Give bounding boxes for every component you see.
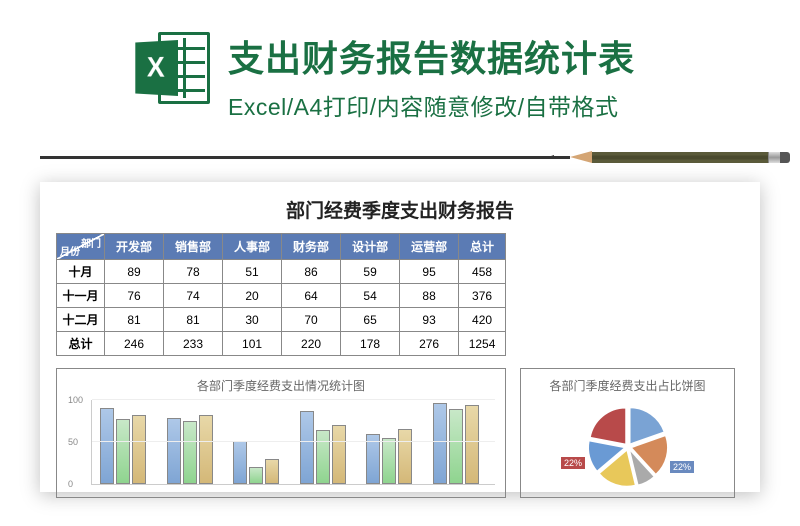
bar-chart: 各部门季度经费支出情况统计图 0 50 100 — [56, 368, 506, 498]
bar-group — [167, 415, 222, 484]
bar — [316, 430, 330, 484]
table-cell: 178 — [341, 332, 400, 356]
document-preview: 部门经费季度支出财务报告 部门 月份 开发部 销售部 人事部 财务部 设计部 运… — [40, 182, 760, 492]
table-header: 开发部 — [105, 234, 164, 260]
row-label: 十二月 — [57, 308, 105, 332]
bar — [100, 408, 114, 484]
row-label: 十一月 — [57, 284, 105, 308]
bar-group — [233, 441, 288, 484]
table-corner-cell: 部门 月份 — [57, 234, 105, 260]
table-row: 十月897851865995458 — [57, 260, 506, 284]
table-cell: 81 — [105, 308, 164, 332]
bar — [233, 441, 247, 484]
bar — [199, 415, 213, 484]
table-cell: 78 — [164, 260, 223, 284]
table-cell: 246 — [105, 332, 164, 356]
page-subtitle: Excel/A4打印/内容随意修改/自带格式 — [228, 88, 635, 122]
excel-icon-letter: X — [147, 51, 165, 84]
pie-slice — [590, 408, 625, 444]
table-cell: 76 — [105, 284, 164, 308]
table-cell: 101 — [223, 332, 282, 356]
document-title: 部门经费季度支出财务报告 — [56, 196, 744, 223]
bar — [398, 429, 412, 484]
bar — [116, 419, 130, 484]
table-header: 总计 — [459, 234, 506, 260]
row-label: 十月 — [57, 260, 105, 284]
table-header: 销售部 — [164, 234, 223, 260]
table-cell: 220 — [282, 332, 341, 356]
bar-group — [300, 411, 355, 484]
table-header: 人事部 — [223, 234, 282, 260]
table-cell: 70 — [282, 308, 341, 332]
bar-group — [366, 429, 421, 484]
table-row: 总计2462331012201782761254 — [57, 332, 506, 356]
table-cell: 458 — [459, 260, 506, 284]
pie-slice-label: 22% — [670, 461, 694, 473]
table-row: 十二月818130706593420 — [57, 308, 506, 332]
table-cell: 420 — [459, 308, 506, 332]
table-header: 运营部 — [400, 234, 459, 260]
table-cell: 376 — [459, 284, 506, 308]
bar — [132, 415, 146, 484]
row-label: 总计 — [57, 332, 105, 356]
page-title: 支出财务报告数据统计表 — [228, 30, 635, 82]
table-cell: 93 — [400, 308, 459, 332]
pie-chart-title: 各部门季度经费支出占比饼图 — [531, 377, 724, 394]
table-cell: 89 — [105, 260, 164, 284]
table-cell: 51 — [223, 260, 282, 284]
table-cell: 1254 — [459, 332, 506, 356]
excel-icon: X — [130, 30, 210, 110]
table-cell: 86 — [282, 260, 341, 284]
bar — [300, 411, 314, 484]
table-header: 财务部 — [282, 234, 341, 260]
table-header: 设计部 — [341, 234, 400, 260]
bar — [465, 405, 479, 484]
bar-chart-title: 各部门季度经费支出情况统计图 — [67, 377, 495, 394]
bar — [449, 409, 463, 484]
bar — [332, 425, 346, 485]
pie-slice-label: 22% — [561, 457, 585, 469]
table-cell: 65 — [341, 308, 400, 332]
bar — [183, 421, 197, 484]
bar-group — [433, 403, 488, 484]
table-cell: 30 — [223, 308, 282, 332]
bar — [433, 403, 447, 484]
table-cell: 88 — [400, 284, 459, 308]
pie-svg — [573, 400, 683, 490]
pie-chart: 各部门季度经费支出占比饼图 22% 22% — [520, 368, 735, 498]
bar — [249, 467, 263, 484]
table-cell: 276 — [400, 332, 459, 356]
header: X 支出财务报告数据统计表 Excel/A4打印/内容随意修改/自带格式 — [0, 0, 800, 122]
divider — [0, 150, 800, 164]
table-cell: 74 — [164, 284, 223, 308]
table-cell: 54 — [341, 284, 400, 308]
table-cell: 95 — [400, 260, 459, 284]
table-cell: 233 — [164, 332, 223, 356]
title-block: 支出财务报告数据统计表 Excel/A4打印/内容随意修改/自带格式 — [228, 30, 635, 122]
table-cell: 64 — [282, 284, 341, 308]
bar-group — [100, 408, 155, 484]
bar — [382, 438, 396, 484]
bar — [167, 418, 181, 484]
pencil-icon — [570, 150, 790, 164]
table-row: 十一月767420645488376 — [57, 284, 506, 308]
table-cell: 81 — [164, 308, 223, 332]
table-cell: 20 — [223, 284, 282, 308]
bar — [265, 459, 279, 485]
expense-table: 部门 月份 开发部 销售部 人事部 财务部 设计部 运营部 总计 十月89785… — [56, 233, 506, 356]
table-cell: 59 — [341, 260, 400, 284]
